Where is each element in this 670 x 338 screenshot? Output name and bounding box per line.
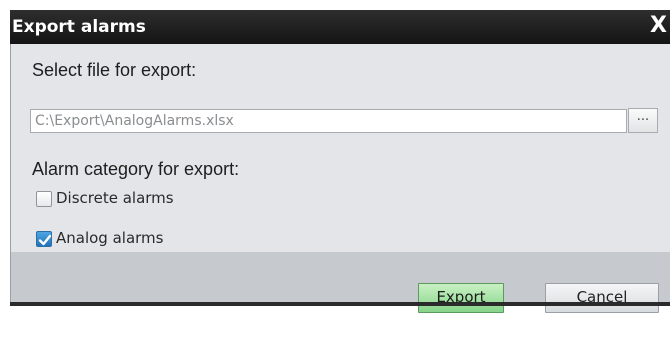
discrete-alarms-checkbox[interactable] (36, 191, 52, 207)
close-icon[interactable]: X (650, 13, 670, 39)
dialog-title: Export alarms (12, 17, 146, 37)
dialog-footer: Export Cancel (10, 252, 670, 313)
dialog-body: Select file for export: C:\Export\Analog… (10, 44, 670, 252)
alarm-category-label: Alarm category for export: (32, 159, 240, 179)
footer-divider (10, 302, 670, 306)
export-file-path-field[interactable]: C:\Export\AnalogAlarms.xlsx (30, 109, 627, 133)
browse-button[interactable]: ... (628, 108, 658, 133)
analog-alarms-checkbox[interactable] (36, 231, 52, 247)
checkmark-icon (38, 234, 52, 246)
export-button[interactable]: Export (418, 283, 504, 313)
analog-alarms-label: Analog alarms (56, 229, 164, 247)
select-file-label: Select file for export: (32, 60, 197, 80)
discrete-alarms-label: Discrete alarms (56, 189, 174, 207)
dialog-titlebar[interactable]: Export alarms X (10, 10, 670, 44)
export-alarms-dialog: Export alarms X Select file for export: … (0, 0, 670, 338)
cancel-button[interactable]: Cancel (545, 283, 659, 313)
